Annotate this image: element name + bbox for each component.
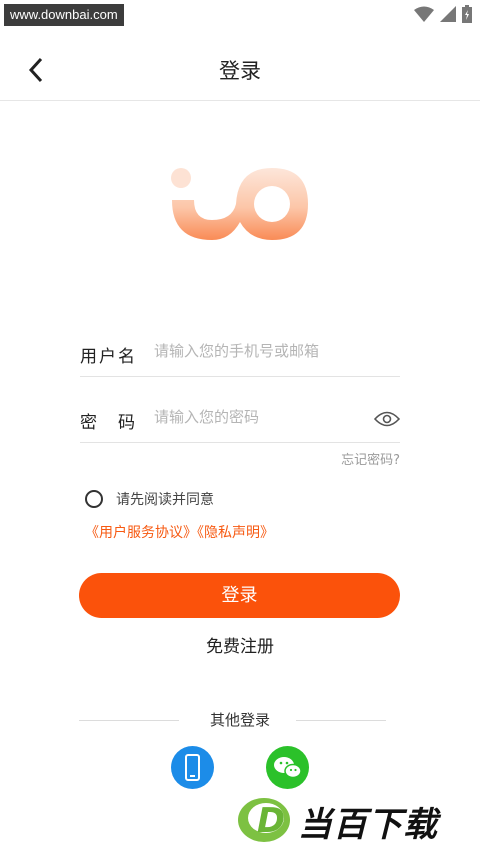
username-input[interactable]: [154, 336, 374, 366]
phone-login-button[interactable]: [171, 746, 214, 789]
agreement-radio[interactable]: [85, 490, 103, 508]
other-login-label: 其他登录: [209, 711, 270, 729]
brand-logo-letter: D: [257, 801, 285, 841]
eye-icon[interactable]: [374, 410, 400, 428]
terms-link[interactable]: 《用户服务协议》: [85, 525, 197, 541]
password-row: 密 码: [80, 396, 400, 443]
phone-icon: [185, 754, 200, 781]
app-header: 登录: [0, 40, 480, 101]
status-bar: www.downbai.com: [0, 0, 480, 28]
agreement-links: 《用户服务协议》《隐私声明》: [85, 522, 274, 542]
username-label: 用户名: [80, 347, 137, 367]
page-title: 登录: [219, 59, 261, 83]
privacy-link[interactable]: 《隐私声明》: [197, 525, 274, 541]
agreement-row: 请先阅读并同意: [85, 488, 214, 510]
forgot-password-link[interactable]: 忘记密码?: [341, 449, 400, 468]
register-link[interactable]: 免费注册: [0, 632, 480, 657]
agreement-text: 请先阅读并同意: [116, 492, 214, 508]
app-logo: [171, 168, 308, 240]
signal-icon: [440, 6, 456, 22]
wechat-icon: [274, 757, 302, 779]
watermark-text: www.downbai.com: [4, 4, 124, 26]
battery-icon: [462, 5, 472, 23]
username-row: 用户名: [80, 330, 400, 377]
password-label: 密 码: [80, 413, 137, 433]
status-icons: [414, 5, 472, 23]
login-button[interactable]: 登录: [79, 573, 400, 618]
brand-name: 当百下载: [298, 805, 438, 845]
password-input[interactable]: [154, 402, 374, 432]
wifi-icon: [414, 6, 434, 22]
wechat-login-button[interactable]: [266, 746, 309, 789]
